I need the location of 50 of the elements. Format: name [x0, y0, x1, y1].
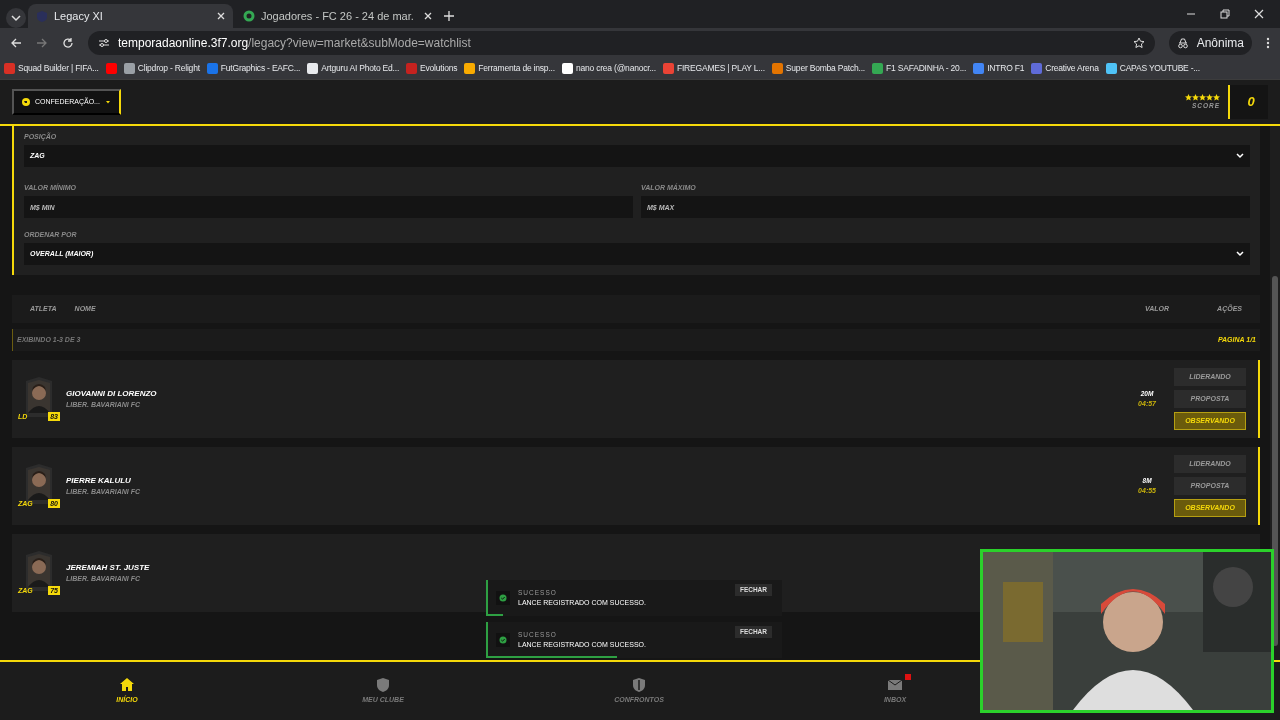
browser-tab[interactable]: Legacy XI	[28, 4, 233, 28]
browser-tab[interactable]: Jogadores - FC 26 - 24 de mar.	[235, 4, 440, 28]
chevron-down-icon	[1236, 153, 1244, 159]
shield-icon	[36, 10, 48, 22]
bookmark-link[interactable]: Ferramenta de insp...	[478, 62, 555, 75]
bookmark-link[interactable]: FIREGAMES | PLAY L...	[676, 62, 765, 75]
close-icon[interactable]	[217, 12, 225, 20]
check-icon	[496, 633, 510, 647]
bookmark-link[interactable]: Squad Builder | FIFA...	[18, 62, 99, 75]
star-icon	[1132, 37, 1145, 49]
bookmark-link[interactable]: Creative Arena	[1045, 62, 1099, 75]
bookmark-icon[interactable]	[464, 63, 476, 74]
restore-icon[interactable]	[1220, 9, 1230, 19]
bookmark-icon[interactable]	[307, 63, 319, 74]
bookmark-icon[interactable]	[561, 63, 573, 74]
player-name: GIOVANNI DI LORENZO	[66, 387, 157, 400]
bookmark-link[interactable]: Artguru AI Photo Ed...	[321, 62, 400, 75]
more-icon[interactable]	[1266, 37, 1270, 49]
tab-menu-icon[interactable]	[6, 8, 26, 28]
bookmark-link[interactable]: nano crea (@nanocr...	[575, 62, 656, 75]
player-name: JEREMIAH ST. JUSTE	[66, 561, 150, 574]
check-icon	[496, 591, 510, 605]
address-bar[interactable]: temporadaonline.3f7.org/legacy?view=market&subMode=watchlist	[88, 31, 1155, 55]
q-logo-icon	[243, 10, 255, 22]
caret-icon	[104, 100, 111, 104]
globe-icon	[22, 98, 30, 106]
scrollbar-thumb[interactable]	[1272, 276, 1278, 646]
close-icon[interactable]	[1254, 9, 1264, 19]
incognito-icon	[1176, 37, 1189, 49]
shield-icon	[375, 676, 391, 693]
bookmark-link[interactable]: FutGraphics - EAFC...	[220, 62, 301, 75]
forward-icon[interactable]	[36, 37, 48, 49]
player-name: PIERRE KALULU	[66, 474, 132, 487]
bookmark-link[interactable]: Super Bomba Patch...	[785, 62, 866, 75]
bookmark-link[interactable]: Evolutions	[420, 62, 458, 75]
coin-count: 0	[1247, 95, 1255, 109]
bookmark-link[interactable]: INTRO F1	[987, 62, 1025, 75]
chevron-down-icon	[1236, 251, 1244, 257]
bookmark-link[interactable]: Clipdrop - Relight	[137, 62, 200, 75]
site-settings-icon	[98, 37, 110, 49]
close-icon[interactable]	[424, 12, 432, 20]
bookmark-icon[interactable]	[1105, 63, 1117, 74]
bookmark-link[interactable]: CAPAS YOUTUBE -...	[1119, 62, 1200, 75]
profile-button[interactable]: Anônima	[1168, 31, 1252, 55]
home-icon	[119, 676, 135, 693]
url-text: temporadaonline.3f7.org/legacy?view=market&subMode=watchlist	[118, 35, 471, 52]
shield-icon	[631, 676, 647, 693]
bookmark-link[interactable]: F1 SAFADINHA - 20...	[886, 62, 967, 75]
reload-icon[interactable]	[62, 37, 74, 49]
back-icon[interactable]	[10, 37, 22, 49]
